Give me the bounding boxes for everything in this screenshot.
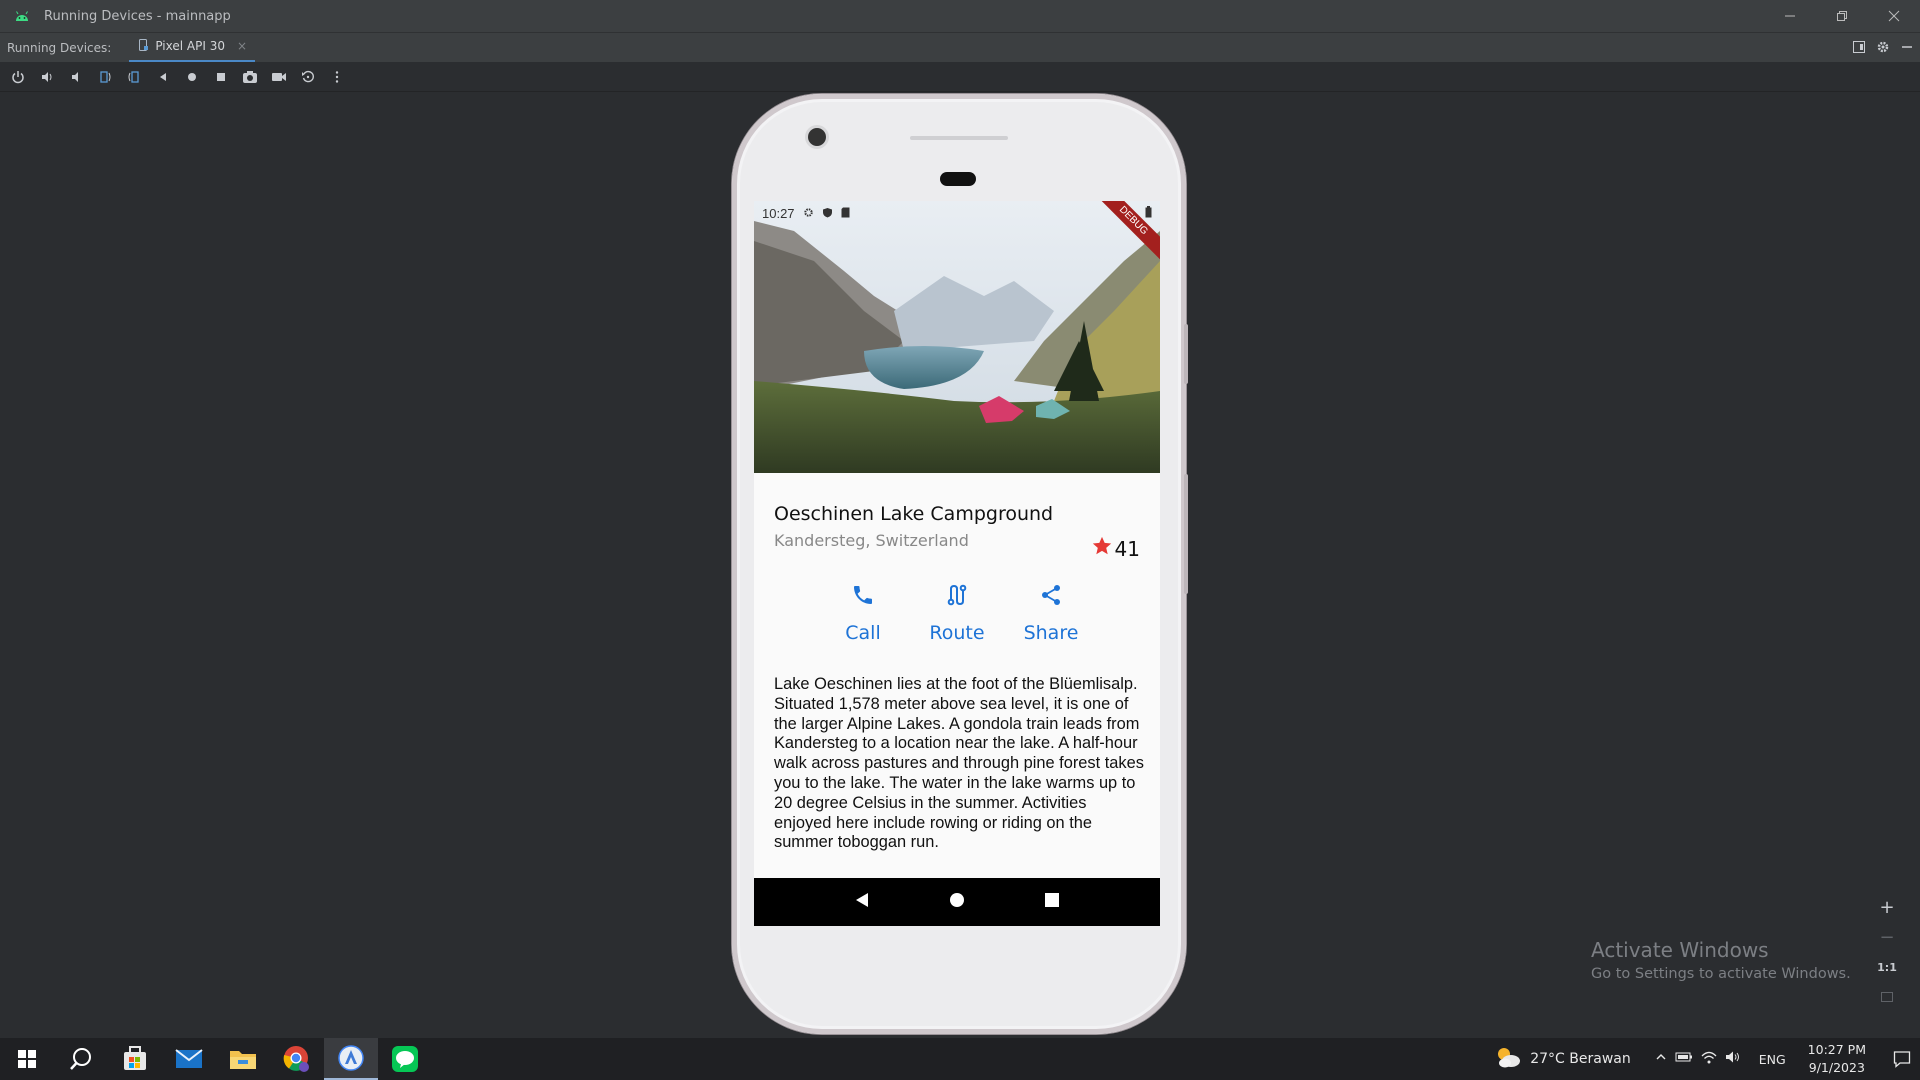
- lake-hero-image: 10:27 DEBUG: [754, 201, 1160, 473]
- speaker-grille: [910, 136, 1008, 140]
- share-button[interactable]: Share: [1022, 583, 1080, 644]
- star-icon: [1091, 535, 1113, 562]
- gear-icon[interactable]: [1876, 39, 1890, 58]
- running-devices-label: Running Devices:: [7, 40, 112, 55]
- clock-time: 10:27 PM: [1807, 1042, 1866, 1057]
- route-button[interactable]: Route: [928, 583, 986, 644]
- call-label: Call: [845, 622, 881, 644]
- nav-back-icon[interactable]: [853, 891, 871, 913]
- place-description: Lake Oeschinen lies at the foot of the B…: [774, 675, 1144, 852]
- screen-record-icon[interactable]: [269, 67, 288, 86]
- zoom-fit-icon[interactable]: [1876, 986, 1898, 1008]
- back-icon[interactable]: [153, 67, 172, 86]
- rotate-left-icon[interactable]: [95, 67, 114, 86]
- nav-overview-icon[interactable]: [1043, 891, 1061, 913]
- sd-card-status-icon: [841, 206, 850, 221]
- close-window-button[interactable]: [1868, 0, 1920, 32]
- shield-status-icon: [822, 206, 833, 221]
- volume-up-icon[interactable]: [37, 67, 56, 86]
- share-label: Share: [1023, 622, 1079, 644]
- window-title: Running Devices - mainnapp: [44, 8, 231, 24]
- partly-cloudy-icon: [1494, 1045, 1522, 1073]
- screenshot-camera-icon[interactable]: [240, 67, 259, 86]
- phone-icon: [851, 583, 875, 612]
- minimize-button[interactable]: [1764, 0, 1816, 32]
- tab-pixel-api-30[interactable]: Pixel API 30 ×: [129, 33, 256, 63]
- status-time: 10:27: [762, 205, 795, 221]
- zoom-in-button[interactable]: +: [1876, 896, 1898, 918]
- android-nav-bar: [754, 878, 1160, 926]
- chrome-icon[interactable]: [270, 1038, 324, 1080]
- zoom-controls: + − 1:1: [1874, 896, 1900, 1008]
- android-studio-taskbar-icon[interactable]: [324, 1038, 378, 1080]
- running-devices-tabbar: Running Devices: Pixel API 30 ×: [0, 32, 1920, 63]
- line-messenger-icon[interactable]: [378, 1038, 432, 1080]
- android-status-bar: 10:27: [754, 201, 1160, 225]
- battery-icon[interactable]: [1675, 1051, 1693, 1067]
- microsoft-store-icon[interactable]: [108, 1038, 162, 1080]
- power-icon[interactable]: [8, 67, 27, 86]
- file-explorer-icon[interactable]: [216, 1038, 270, 1080]
- zoom-actual-size-button[interactable]: 1:1: [1876, 956, 1898, 978]
- home-icon[interactable]: [182, 67, 201, 86]
- device-screen[interactable]: 10:27 DEBUG Oeschinen Lake Campground Ka…: [754, 201, 1160, 926]
- weather-text: 27°C Berawan: [1530, 1051, 1631, 1067]
- place-title: Oeschinen Lake Campground: [774, 503, 1054, 525]
- activate-windows-title: Activate Windows: [1591, 938, 1769, 962]
- hide-panel-icon[interactable]: [1900, 39, 1914, 58]
- windows-taskbar: 27°C Berawan ENG 10:27 PM 9/1/2023: [0, 1038, 1920, 1080]
- front-camera: [808, 128, 826, 146]
- volume-side-button: [1184, 474, 1188, 594]
- language-indicator[interactable]: ENG: [1759, 1052, 1786, 1067]
- tray-icons: [1655, 1050, 1741, 1068]
- taskbar-clock[interactable]: 10:27 PM 9/1/2023: [1808, 1041, 1866, 1077]
- activate-windows-watermark: Activate Windows Go to Settings to activ…: [1591, 938, 1851, 982]
- volume-down-icon[interactable]: [66, 67, 85, 86]
- weather-widget[interactable]: 27°C Berawan: [1494, 1045, 1631, 1073]
- tab-label: Pixel API 30: [155, 39, 225, 53]
- speaker-icon[interactable]: [1725, 1050, 1741, 1068]
- layout-icon[interactable]: [1852, 39, 1866, 58]
- close-tab-icon[interactable]: ×: [237, 39, 247, 53]
- overview-icon[interactable]: [211, 67, 230, 86]
- call-button[interactable]: Call: [834, 583, 892, 644]
- reset-icon[interactable]: [298, 67, 317, 86]
- route-label: Route: [929, 622, 985, 644]
- zoom-out-button[interactable]: −: [1876, 926, 1898, 948]
- device-toolbar: [0, 62, 1920, 92]
- title-section: Oeschinen Lake Campground Kandersteg, Sw…: [774, 503, 1140, 561]
- share-icon: [1039, 583, 1063, 612]
- route-icon: [945, 583, 969, 612]
- nav-home-icon[interactable]: [948, 891, 966, 913]
- wifi-icon[interactable]: [1701, 1050, 1717, 1068]
- activate-windows-subtitle: Go to Settings to activate Windows.: [1591, 966, 1851, 982]
- rotate-right-icon[interactable]: [124, 67, 143, 86]
- more-options-icon[interactable]: [327, 67, 346, 86]
- mail-icon[interactable]: [162, 1038, 216, 1080]
- device-icon: [137, 38, 149, 54]
- system-tray: 27°C Berawan ENG 10:27 PM 9/1/2023: [1494, 1038, 1920, 1080]
- power-side-button: [1184, 324, 1188, 384]
- clock-date: 9/1/2023: [1808, 1060, 1865, 1075]
- action-buttons: Call Route Share: [754, 583, 1160, 644]
- chevron-up-icon[interactable]: [1655, 1051, 1667, 1067]
- start-button[interactable]: [0, 1038, 54, 1080]
- restore-button[interactable]: [1816, 0, 1868, 32]
- notification-center-icon[interactable]: [1884, 1050, 1920, 1068]
- rating-count: 41: [1114, 536, 1140, 561]
- place-location: Kandersteg, Switzerland: [774, 531, 969, 550]
- battery-status-icon: [1145, 205, 1152, 221]
- android-studio-icon: [0, 0, 44, 32]
- search-icon[interactable]: [54, 1038, 108, 1080]
- window-title-bar: Running Devices - mainnapp: [0, 0, 1920, 32]
- settings-status-icon: [803, 206, 814, 221]
- rating: 41: [1091, 535, 1140, 562]
- earpiece: [940, 172, 976, 186]
